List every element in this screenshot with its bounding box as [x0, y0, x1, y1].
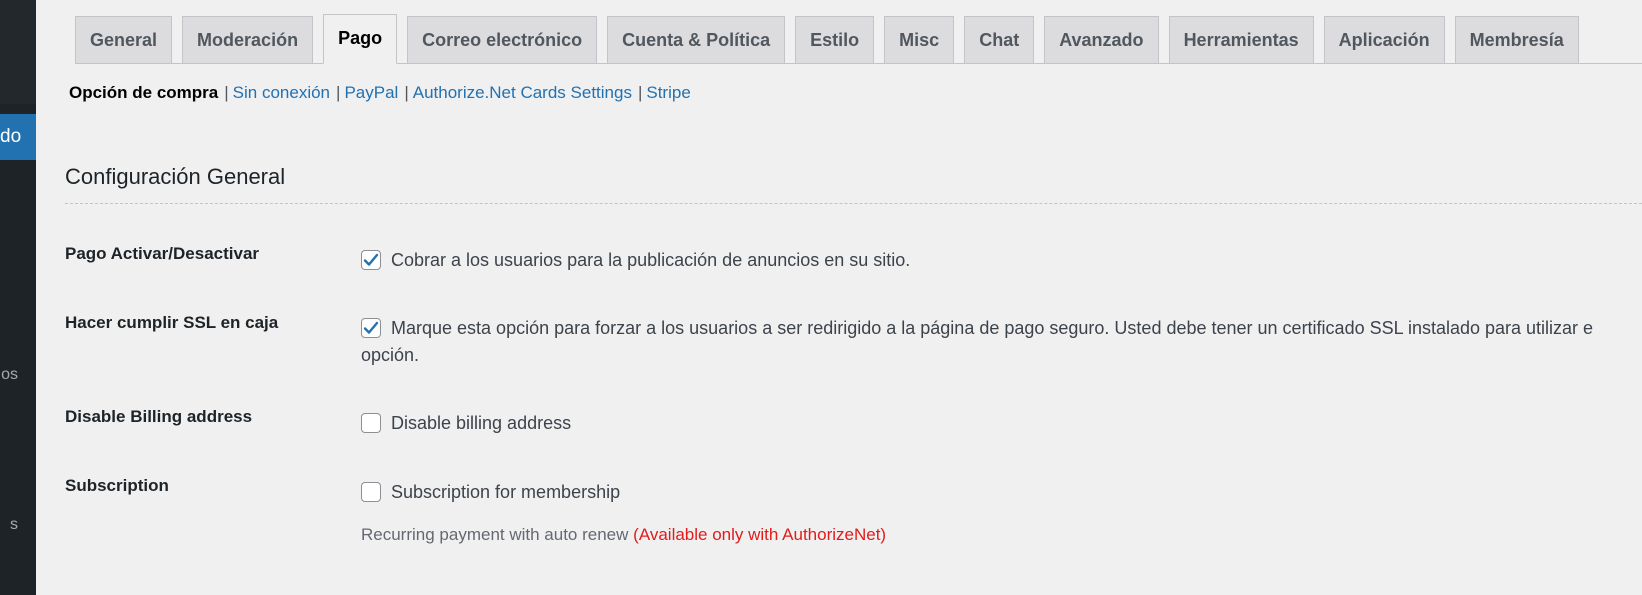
current-indicator-arrow [36, 128, 45, 146]
setting-label-billing: Disable Billing address [65, 407, 253, 426]
tab-membresia[interactable]: Membresía [1454, 16, 1579, 63]
subscription-checkbox[interactable] [361, 482, 381, 502]
payment-enable-checkbox[interactable] [361, 250, 381, 270]
setting-label-subscription: Subscription [65, 476, 169, 495]
sidebar-item[interactable]: s [0, 516, 36, 540]
subnav-link-paypal[interactable]: PayPal [344, 83, 398, 102]
subnav-separator: | [336, 83, 341, 102]
checkbox-label: Disable billing address [391, 413, 572, 433]
sidebar-current-item[interactable]: do [0, 114, 45, 160]
subnav-link-sin-conexion[interactable]: Sin conexión [233, 83, 330, 102]
tab-pago[interactable]: Pago [323, 14, 398, 64]
setting-field-ssl: Marque esta opción para forzar a los usu… [361, 315, 1642, 369]
tab-correo-electronico[interactable]: Correo electrónico [407, 16, 598, 63]
tab-herramientas[interactable]: Herramientas [1168, 16, 1314, 63]
sidebar-item[interactable]: os [0, 366, 36, 390]
checkbox-label-continued: opción. [361, 345, 420, 365]
sidebar-top [0, 0, 36, 104]
checkmark-icon [363, 321, 379, 334]
note-text: Recurring payment with auto renew [361, 525, 629, 544]
subnav-separator: | [404, 83, 409, 102]
setting-label-ssl: Hacer cumplir SSL en caja [65, 313, 279, 332]
tab-aplicacion[interactable]: Aplicación [1323, 16, 1445, 63]
setting-field-billing: Disable billing address [361, 410, 571, 437]
sidebar-item-label: os [1, 366, 18, 383]
section-title: Configuración General [65, 164, 286, 189]
checkmark-icon [363, 253, 379, 266]
ssl-enforce-checkbox[interactable] [361, 318, 381, 338]
tab-general[interactable]: General [75, 16, 173, 63]
tab-estilo[interactable]: Estilo [795, 16, 875, 63]
checkbox-label: Marque esta opción para forzar a los usu… [391, 318, 1594, 338]
tab-cuenta-politica[interactable]: Cuenta & Política [607, 16, 786, 63]
tab-chat[interactable]: Chat [964, 16, 1035, 63]
settings-tabs: General Moderación Pago Correo electróni… [75, 14, 1642, 64]
setting-label-payment-toggle: Pago Activar/Desactivar [65, 244, 260, 263]
checkbox-label: Cobrar a los usuarios para la publicació… [391, 250, 911, 270]
checkbox-label: Subscription for membership [391, 482, 621, 502]
sidebar-item-label: s [10, 516, 18, 533]
disable-billing-checkbox[interactable] [361, 413, 381, 433]
payment-subnav: Opción de compra | Sin conexión | PayPal | Aut… [69, 81, 691, 105]
subnav-link-authorize-net[interactable]: Authorize.Net Cards Settings [413, 83, 632, 102]
tab-moderacion[interactable]: Moderación [182, 16, 314, 63]
tab-misc[interactable]: Misc [884, 16, 955, 63]
sidebar-current-label: do [0, 126, 22, 147]
subnav-current: Opción de compra [69, 83, 219, 102]
tab-avanzado[interactable]: Avanzado [1044, 16, 1159, 63]
setting-field-subscription: Subscription for membership [361, 479, 620, 506]
subscription-note: Recurring payment with auto renew (Avail… [361, 525, 886, 545]
section-divider [65, 203, 1642, 204]
subnav-link-stripe[interactable]: Stripe [646, 83, 690, 102]
note-warning: (Available only with AuthorizeNet) [633, 525, 887, 544]
setting-field-payment-toggle: Cobrar a los usuarios para la publicació… [361, 247, 910, 274]
subnav-separator: | [224, 83, 229, 102]
subnav-separator: | [637, 83, 643, 102]
admin-sidebar: do os s [0, 0, 45, 595]
